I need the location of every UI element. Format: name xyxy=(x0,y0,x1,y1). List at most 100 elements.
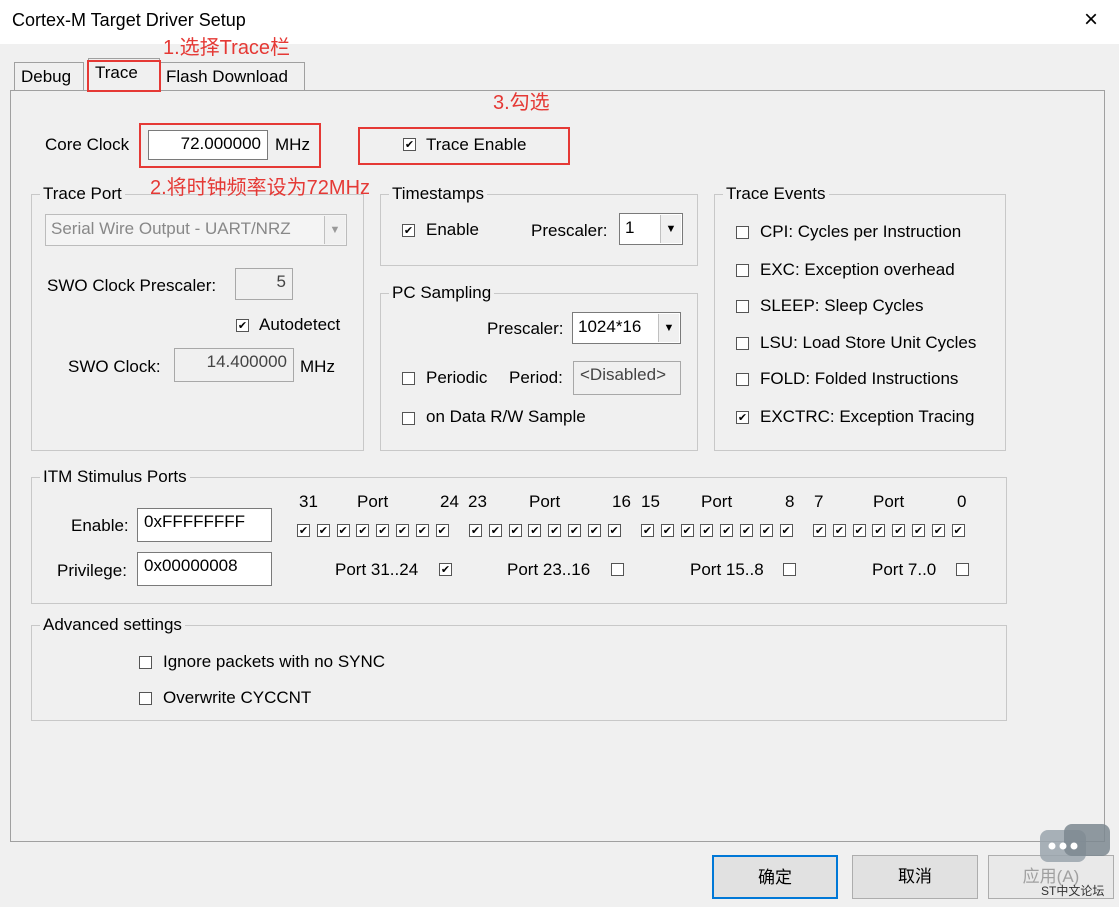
trace-port-select[interactable]: Serial Wire Output - UART/NRZ ▼ xyxy=(45,214,347,246)
trace-event-lsu-label: LSU: Load Store Unit Cycles xyxy=(760,333,977,352)
overwrite-cyccnt-checkbox[interactable] xyxy=(139,692,152,705)
window-title: Cortex-M Target Driver Setup xyxy=(12,10,246,30)
privilege-port-23-16-label: Port 23..16 xyxy=(507,560,591,579)
itm-header-15: 15 xyxy=(641,492,660,511)
itm-port-14-checkbox[interactable] xyxy=(660,524,674,537)
itm-port-2-checkbox[interactable] xyxy=(912,524,925,537)
swo-clock-input[interactable]: 14.400000 xyxy=(174,348,294,382)
swo-prescaler-label: SWO Clock Prescaler: xyxy=(47,276,217,295)
tab-label: Debug xyxy=(21,67,72,86)
itm-header-16: 16 xyxy=(612,492,631,511)
timestamps-prescaler-label: Prescaler: xyxy=(531,221,608,240)
chevron-down-icon[interactable]: ▼ xyxy=(324,216,345,244)
itm-port-27-checkbox[interactable] xyxy=(376,524,390,537)
ok-button[interactable]: 确定 xyxy=(712,855,838,899)
core-clock-label: Core Clock xyxy=(45,135,130,154)
itm-port-21-checkbox[interactable] xyxy=(508,524,522,537)
tab-debug[interactable]: Debug xyxy=(14,62,84,90)
itm-enable-label: Enable: xyxy=(71,516,129,535)
trace-event-exc-checkbox[interactable] xyxy=(736,264,749,277)
itm-port-5-checkbox[interactable] xyxy=(852,524,866,537)
itm-port-23-checkbox[interactable] xyxy=(469,524,482,537)
privilege-port-15-8-checkbox[interactable] xyxy=(783,563,796,576)
trace-event-sleep-checkbox[interactable] xyxy=(736,300,749,313)
itm-header-port: Port xyxy=(357,492,389,511)
close-icon[interactable]: × xyxy=(1084,6,1098,34)
itm-header-port: Port xyxy=(701,492,733,511)
privilege-port-7-0-checkbox[interactable] xyxy=(956,563,969,576)
timestamps-prescaler-select[interactable]: 1 ▼ xyxy=(619,213,683,245)
trace-event-exctrc-checkbox[interactable] xyxy=(736,411,749,424)
itm-port-19-checkbox[interactable] xyxy=(548,524,562,537)
timestamps-enable-checkbox[interactable] xyxy=(402,224,415,237)
privilege-port-31-24-label: Port 31..24 xyxy=(335,560,419,579)
ignore-sync-checkbox[interactable] xyxy=(139,656,152,669)
trace-event-lsu-checkbox[interactable] xyxy=(736,337,749,350)
chevron-down-icon[interactable]: ▼ xyxy=(658,314,679,342)
itm-port-30-checkbox[interactable] xyxy=(316,524,330,537)
privilege-port-15-8-label: Port 15..8 xyxy=(690,560,764,579)
forum-chat-icon xyxy=(1040,824,1110,870)
itm-port-4-checkbox[interactable] xyxy=(872,524,886,537)
itm-port-15-checkbox[interactable] xyxy=(641,524,654,537)
itm-port-10-checkbox[interactable] xyxy=(740,524,753,537)
itm-port-6-checkbox[interactable] xyxy=(832,524,846,537)
itm-port-18-checkbox[interactable] xyxy=(568,524,581,537)
pc-sampling-title: PC Sampling xyxy=(389,282,495,304)
trace-event-fold-checkbox[interactable] xyxy=(736,373,749,386)
itm-title: ITM Stimulus Ports xyxy=(40,466,190,488)
overwrite-cyccnt-label: Overwrite CYCCNT xyxy=(163,688,312,707)
autodetect-label: Autodetect xyxy=(259,315,341,334)
swo-prescaler-input[interactable]: 5 xyxy=(235,268,293,300)
itm-port-25-checkbox[interactable] xyxy=(415,524,429,537)
timestamps-title: Timestamps xyxy=(389,183,487,205)
itm-port-24-checkbox[interactable] xyxy=(435,524,449,537)
itm-privilege-input[interactable]: 0x00000008 xyxy=(137,552,272,586)
timestamps-enable-label: Enable xyxy=(426,220,479,239)
itm-port-11-checkbox[interactable] xyxy=(720,524,734,537)
core-clock-unit: MHz xyxy=(275,135,310,154)
itm-header-24: 24 xyxy=(440,492,459,511)
trace-enable-checkbox[interactable] xyxy=(403,138,416,151)
trace-event-fold-label: FOLD: Folded Instructions xyxy=(760,369,959,388)
itm-port-8-checkbox[interactable] xyxy=(779,524,793,537)
data-rw-sample-checkbox[interactable] xyxy=(402,412,415,425)
periodic-checkbox[interactable] xyxy=(402,372,415,385)
itm-port-1-checkbox[interactable] xyxy=(931,524,945,537)
swo-clock-unit: MHz xyxy=(300,357,335,376)
tab-trace[interactable]: Trace xyxy=(88,58,160,91)
pc-prescaler-label: Prescaler: xyxy=(487,319,564,338)
trace-event-cpi-checkbox[interactable] xyxy=(736,226,749,239)
itm-port-13-checkbox[interactable] xyxy=(680,524,694,537)
chevron-down-icon[interactable]: ▼ xyxy=(660,215,681,243)
itm-port-12-checkbox[interactable] xyxy=(700,524,714,537)
cancel-button[interactable]: 取消 xyxy=(852,855,978,899)
pc-prescaler-select[interactable]: 1024*16 ▼ xyxy=(572,312,681,344)
tab-label: Trace xyxy=(95,63,138,82)
annotation-step3: 3.勾选 xyxy=(493,92,550,114)
autodetect-checkbox[interactable] xyxy=(236,319,249,332)
itm-port-0-checkbox[interactable] xyxy=(951,524,965,537)
itm-enable-input[interactable]: 0xFFFFFFFF xyxy=(137,508,272,542)
itm-port-3-checkbox[interactable] xyxy=(892,524,906,537)
privilege-port-23-16-checkbox[interactable] xyxy=(611,563,624,576)
itm-port-9-checkbox[interactable] xyxy=(759,524,773,537)
tab-flash-download[interactable]: Flash Download xyxy=(159,62,305,90)
privilege-port-31-24-checkbox[interactable] xyxy=(439,563,452,576)
itm-header-port: Port xyxy=(529,492,561,511)
itm-port-29-checkbox[interactable] xyxy=(336,524,350,537)
core-clock-input[interactable]: 72.000000 xyxy=(148,130,268,160)
advanced-title: Advanced settings xyxy=(40,614,185,636)
privilege-port-7-0-label: Port 7..0 xyxy=(872,560,937,579)
period-input[interactable]: <Disabled> xyxy=(573,361,681,395)
tab-label: Flash Download xyxy=(166,67,288,86)
itm-port-16-checkbox[interactable] xyxy=(607,524,621,537)
itm-port-7-checkbox[interactable] xyxy=(813,524,826,537)
itm-port-31-checkbox[interactable] xyxy=(297,524,310,537)
itm-port-26-checkbox[interactable] xyxy=(396,524,409,537)
itm-port-28-checkbox[interactable] xyxy=(356,524,370,537)
timestamps-prescaler-value: 1 xyxy=(625,218,635,237)
itm-port-17-checkbox[interactable] xyxy=(587,524,601,537)
itm-port-22-checkbox[interactable] xyxy=(488,524,502,537)
itm-port-20-checkbox[interactable] xyxy=(528,524,542,537)
